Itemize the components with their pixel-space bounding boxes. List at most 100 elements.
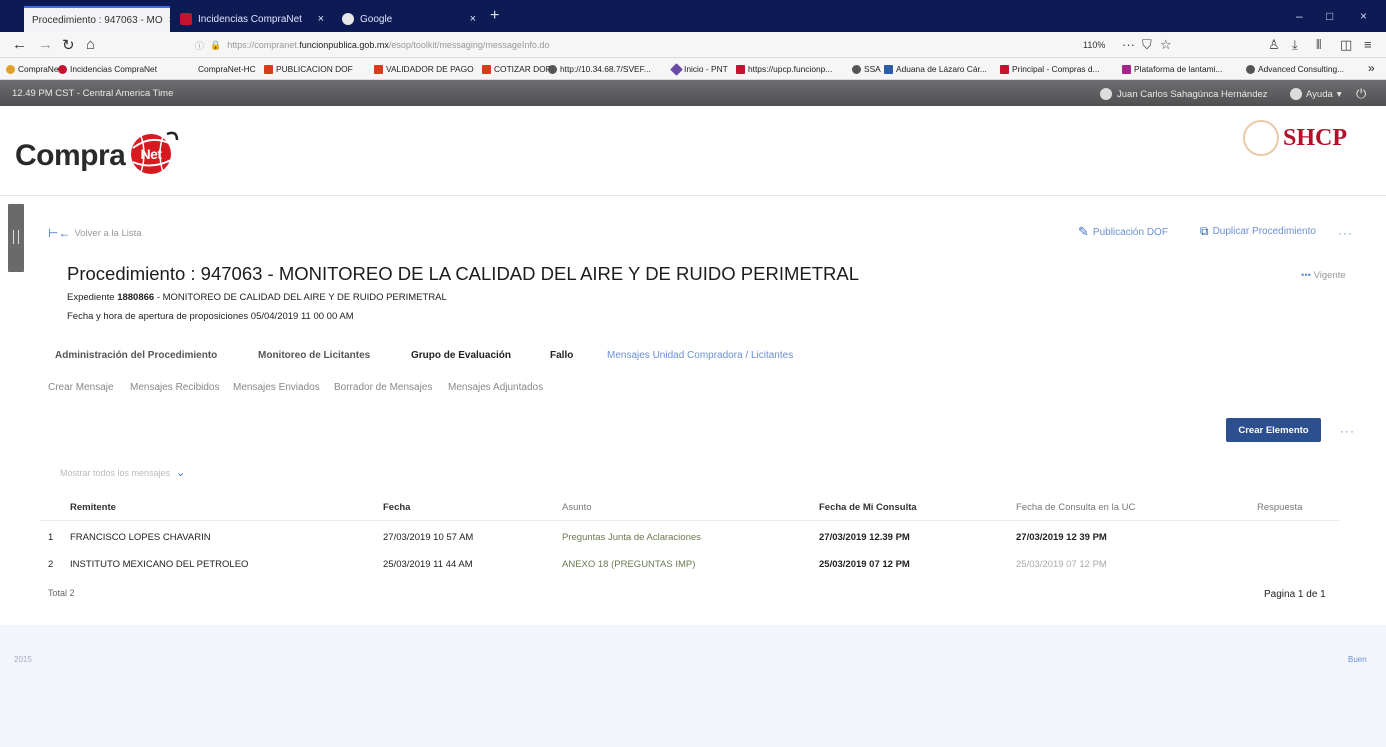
publicacion-dof-link[interactable]: ✎ Publicación DOF <box>1078 224 1168 240</box>
bookmark-upcp[interactable]: https://upcp.funcionp... <box>736 64 832 74</box>
close-tab-icon[interactable]: × <box>318 13 324 25</box>
subtab-mensajes-enviados[interactable]: Mensajes Enviados <box>233 382 320 393</box>
subtab-mensajes-recibidos[interactable]: Mensajes Recibidos <box>130 382 220 393</box>
bookmark-validador[interactable]: VALIDADOR DE PAGO <box>374 64 474 74</box>
download-icon[interactable]: ⤓ <box>1292 37 1298 53</box>
tab-incidencias[interactable]: Incidencias CompraNet × <box>172 6 332 32</box>
column-header-fecha[interactable]: Fecha <box>383 502 410 513</box>
zoom-level[interactable]: 110% <box>1083 40 1105 50</box>
power-icon[interactable]: ⏻ <box>1356 86 1366 102</box>
account-icon[interactable]: ♙ <box>1268 37 1280 53</box>
asunto-link[interactable]: ANEXO 18 (PREGUNTAS IMP) <box>562 559 695 570</box>
bookmark-compranet-hc[interactable]: CompraNet-HC <box>198 64 256 74</box>
address-bar[interactable]: ⓘ 🔒 https://compranet.funcionpublica.gob… <box>195 36 1075 54</box>
column-header-respuesta[interactable]: Respuesta <box>1257 502 1302 513</box>
bookmark-star-icon[interactable]: ☆ <box>1160 37 1172 53</box>
sidebar-icon[interactable]: ◫ <box>1340 37 1352 53</box>
footer-left-text: 2015 <box>14 655 32 664</box>
reload-icon[interactable]: ↻ <box>62 36 75 54</box>
bookmark-label: Aduana de Lázaro Cár... <box>896 64 987 74</box>
apertura-label: Fecha y hora de apertura de proposicione… <box>67 311 249 322</box>
info-icon[interactable]: ⓘ <box>195 39 204 52</box>
shcp-seal-icon <box>1243 120 1279 156</box>
user-menu[interactable]: Juan Carlos Sahagúnca Hernández <box>1100 88 1268 100</box>
home-icon[interactable]: ⌂ <box>86 36 95 53</box>
bookmark-plataforma[interactable]: Plataforma de lantami... <box>1122 64 1222 74</box>
compranet-globe-icon: Net <box>131 131 179 174</box>
bookmark-icon <box>1000 64 1009 74</box>
menu-icon[interactable]: ≡ <box>1364 37 1372 52</box>
expediente-number: 1880866 <box>117 292 155 303</box>
bookmark-principal[interactable]: Principal - Compras d... <box>1000 64 1100 74</box>
more-options-icon[interactable]: ··· <box>1340 424 1355 438</box>
user-avatar-icon <box>1100 88 1112 100</box>
subtab-adjuntados[interactable]: Mensajes Adjuntados <box>448 382 543 393</box>
bookmark-aduana[interactable]: Aduana de Lázaro Cár... <box>884 64 987 74</box>
more-options-icon[interactable]: ··· <box>1338 226 1353 240</box>
duplicar-procedimiento-link[interactable]: ⧉ Duplicar Procedimiento <box>1200 224 1316 239</box>
close-tab-icon[interactable]: × <box>169 14 170 26</box>
bookmark-publicacion-dof[interactable]: PUBLICACION DOF <box>264 64 353 74</box>
bookmark-label: http://10.34.68.7/SVEF... <box>560 64 651 74</box>
row-number: 1 <box>48 532 54 543</box>
bookmark-incidencias[interactable]: Incidencias CompraNet <box>58 64 157 74</box>
forward-icon[interactable]: → <box>38 36 53 53</box>
footer-right-link[interactable]: Buen <box>1348 655 1367 664</box>
side-panel-toggle[interactable] <box>8 204 24 272</box>
back-arrow-icon: ⊢← <box>48 226 71 240</box>
bookmark-label: PUBLICACION DOF <box>276 64 353 74</box>
tab-label: Google <box>360 13 393 25</box>
asunto-link[interactable]: Preguntas Junta de Aclaraciones <box>562 532 701 543</box>
publish-icon: ✎ <box>1078 224 1089 239</box>
subtab-crear-mensaje[interactable]: Crear Mensaje <box>48 382 114 393</box>
library-icon[interactable]: ⫴ <box>1316 37 1321 53</box>
subtab-borrador[interactable]: Borrador de Mensajes <box>334 382 432 393</box>
more-actions-icon[interactable]: ··· <box>1122 37 1135 52</box>
bookmark-ssa[interactable]: SSA <box>852 64 881 74</box>
bookmark-icon <box>264 64 273 74</box>
minimize-icon[interactable]: – <box>1296 9 1303 23</box>
bookmarks-overflow-icon[interactable]: » <box>1368 61 1375 75</box>
expediente-description: - MONITOREO DE CALIDAD DEL AIRE Y DE RUI… <box>156 292 447 303</box>
shcp-text: SHCP <box>1283 124 1348 151</box>
create-element-button[interactable]: Crear Elemento <box>1226 418 1321 442</box>
pocket-icon[interactable]: ⛉ <box>1142 37 1152 53</box>
current-time: 12.49 PM CST - Central America Time <box>12 88 174 99</box>
column-header-remitente[interactable]: Remitente <box>70 502 116 513</box>
bookmark-label: Inicio - PNT <box>684 64 728 74</box>
bookmark-label: Incidencias CompraNet <box>70 64 158 74</box>
bookmark-pnt[interactable]: Inicio - PNT <box>670 62 728 76</box>
expediente-label: Expediente <box>67 292 115 303</box>
tab-mensajes[interactable]: Mensajes Unidad Compradora / Licitantes <box>607 350 793 361</box>
maximize-icon[interactable]: □ <box>1326 9 1333 23</box>
back-to-list-link[interactable]: ⊢← Volver a la Lista <box>48 226 142 240</box>
new-tab-icon[interactable]: + <box>490 8 499 24</box>
drag-handle-icon <box>13 230 19 244</box>
message-filter-dropdown[interactable]: Mostrar todos los mensajes ⌄ <box>60 466 185 479</box>
tab-procedimiento[interactable]: Procedimiento : 947063 - MO × <box>24 6 170 32</box>
tab-monitoreo[interactable]: Monitoreo de Licitantes <box>258 350 370 361</box>
tab-fallo[interactable]: Fallo <box>550 350 573 361</box>
bookmark-advanced[interactable]: Advanced Consulting... <box>1246 64 1344 74</box>
column-header-asunto[interactable]: Asunto <box>562 502 592 513</box>
column-header-consulta-uc[interactable]: Fecha de Consulta en la UC <box>1016 502 1135 513</box>
chevron-down-icon: ▾ <box>1336 88 1342 100</box>
bookmark-svef[interactable]: http://10.34.68.7/SVEF... <box>548 64 651 74</box>
bookmark-compranet[interactable]: CompraNet <box>6 64 61 74</box>
close-window-icon[interactable]: × <box>1360 9 1367 23</box>
bookmark-icon <box>1246 64 1255 74</box>
column-header-mi-consulta[interactable]: Fecha de Mi Consulta <box>819 502 917 513</box>
back-icon[interactable]: ← <box>12 36 27 53</box>
close-tab-icon[interactable]: × <box>470 13 476 25</box>
tab-grupo-evaluacion[interactable]: Grupo de Evaluación <box>411 350 511 361</box>
bookmark-icon <box>670 62 683 76</box>
back-label: Volver a la Lista <box>74 227 142 239</box>
url-host: funcionpublica.gob.mx <box>299 40 389 50</box>
tab-google[interactable]: Google × <box>334 6 484 32</box>
browser-nav-bar: ← → ↻ ⌂ ⓘ 🔒 https://compranet.funcionpub… <box>0 32 1386 58</box>
fecha-cell: 25/03/2019 11 44 AM <box>383 559 473 570</box>
mi-consulta-cell: 27/03/2019 12.39 PM <box>819 532 910 543</box>
help-menu[interactable]: Ayuda ▾ <box>1290 88 1342 100</box>
bookmark-cotizar[interactable]: COTIZAR DOF <box>482 64 551 74</box>
tab-administracion[interactable]: Administración del Procedimiento <box>55 350 217 361</box>
